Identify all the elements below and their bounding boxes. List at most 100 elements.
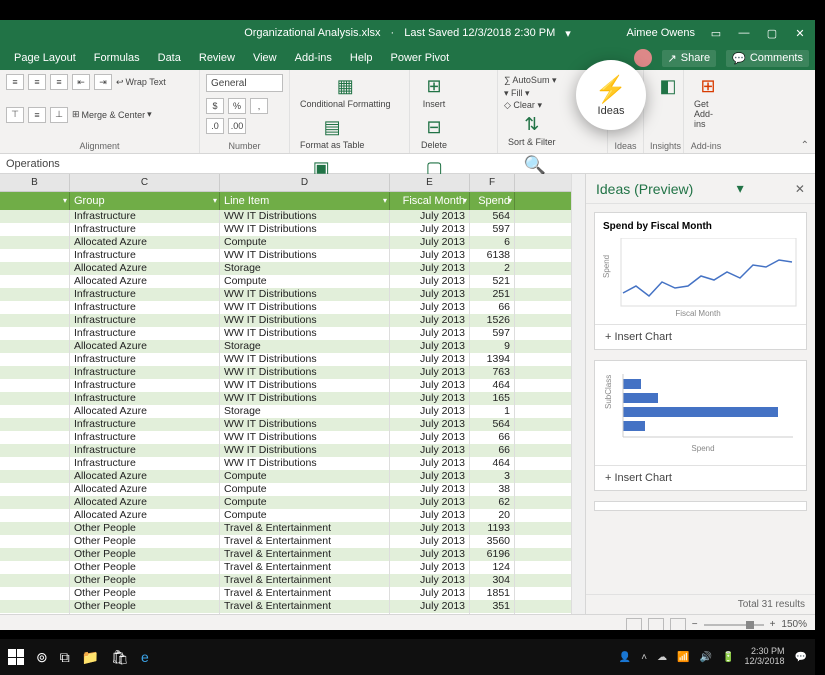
- table-row[interactable]: Other PeopleTravel & EntertainmentJuly 2…: [0, 574, 571, 587]
- table-row[interactable]: Allocated AzureStorageJuly 20132: [0, 262, 571, 275]
- tray-up-icon[interactable]: ˄: [641, 652, 647, 663]
- view-page-layout-button[interactable]: [648, 618, 664, 631]
- table-row[interactable]: Other PeopleTravel & EntertainmentJuly 2…: [0, 522, 571, 535]
- header-fiscal-month[interactable]: Fiscal Month: [390, 192, 470, 210]
- insights-button[interactable]: ◧: [650, 74, 686, 99]
- ideas-callout[interactable]: ⚡ Ideas: [576, 60, 646, 130]
- table-row[interactable]: Allocated AzureStorageJuly 20131: [0, 405, 571, 418]
- idea-card-1[interactable]: Spend by Fiscal Month Spend Fiscal Month…: [594, 212, 807, 350]
- header-group[interactable]: Group: [70, 192, 220, 210]
- onedrive-icon[interactable]: ☁: [657, 652, 667, 663]
- table-row[interactable]: Other PeopleTravel & EntertainmentJuly 2…: [0, 600, 571, 613]
- collapse-ribbon-button[interactable]: ⌃: [801, 140, 809, 151]
- conditional-formatting-button[interactable]: ▦Conditional Formatting: [296, 74, 395, 111]
- start-button[interactable]: [8, 649, 24, 665]
- table-row[interactable]: InfrastructureWW IT DistributionsJuly 20…: [0, 379, 571, 392]
- people-icon[interactable]: 👤: [619, 652, 631, 663]
- table-row[interactable]: InfrastructureWW IT DistributionsJuly 20…: [0, 366, 571, 379]
- percent-button[interactable]: %: [228, 98, 246, 114]
- valign-bot-button[interactable]: ⊥: [50, 107, 68, 123]
- table-row[interactable]: Allocated AzureComputeJuly 20136: [0, 236, 571, 249]
- volume-icon[interactable]: 🔊: [700, 652, 712, 663]
- task-view-icon[interactable]: ⧉: [60, 649, 70, 666]
- table-row[interactable]: Allocated AzureComputeJuly 201320: [0, 509, 571, 522]
- table-row[interactable]: InfrastructureWW IT DistributionsJuly 20…: [0, 314, 571, 327]
- table-row[interactable]: InfrastructureWW IT DistributionsJuly 20…: [0, 301, 571, 314]
- number-format-dropdown[interactable]: General: [206, 74, 283, 92]
- formula-bar[interactable]: Operations: [0, 154, 815, 174]
- idea-card-2[interactable]: SubClass Spend + Insert Chart: [594, 360, 807, 491]
- table-row[interactable]: Other PeopleTravel & EntertainmentJuly 2…: [0, 587, 571, 600]
- table-row[interactable]: InfrastructureWW IT DistributionsJuly 20…: [0, 327, 571, 340]
- wifi-icon[interactable]: 📶: [677, 652, 689, 663]
- table-row[interactable]: InfrastructureWW IT DistributionsJuly 20…: [0, 418, 571, 431]
- vertical-scrollbar[interactable]: [571, 174, 585, 614]
- table-row[interactable]: Other PeopleTravel & EntertainmentJuly 2…: [0, 548, 571, 561]
- table-row[interactable]: Allocated AzureStorageJuly 20139: [0, 340, 571, 353]
- edge-icon[interactable]: e: [141, 649, 149, 665]
- table-row[interactable]: Allocated AzureComputeJuly 201362: [0, 496, 571, 509]
- table-row[interactable]: InfrastructureWW IT DistributionsJuly 20…: [0, 392, 571, 405]
- table-row[interactable]: Other PeopleTravel & EntertainmentJuly 2…: [0, 535, 571, 548]
- table-row[interactable]: Allocated AzureComputeJuly 20133: [0, 470, 571, 483]
- header-blank[interactable]: [0, 192, 70, 210]
- cortana-icon[interactable]: ⊚: [36, 649, 48, 666]
- table-row[interactable]: InfrastructureWW IT DistributionsJuly 20…: [0, 457, 571, 470]
- align-center-button[interactable]: ≡: [28, 74, 46, 90]
- comma-button[interactable]: ,: [250, 98, 268, 114]
- valign-top-button[interactable]: ⊤: [6, 107, 24, 123]
- tab-help[interactable]: Help: [342, 48, 381, 68]
- table-row[interactable]: Allocated AzureComputeJuly 2013521: [0, 275, 571, 288]
- zoom-in-button[interactable]: +: [770, 619, 776, 630]
- file-explorer-icon[interactable]: 📁: [82, 649, 99, 666]
- tab-data[interactable]: Data: [150, 48, 189, 68]
- merge-center-button[interactable]: ⊞Merge & Center ▾: [72, 109, 152, 120]
- insert-chart-button-2[interactable]: + Insert Chart: [595, 465, 806, 490]
- indent-decrease-button[interactable]: ⇤: [72, 74, 90, 90]
- ribbon-options-button[interactable]: ▭: [709, 27, 723, 40]
- maximize-button[interactable]: ▢: [765, 27, 779, 40]
- avatar[interactable]: [634, 49, 652, 67]
- inc-decimal-button[interactable]: .0: [206, 118, 224, 134]
- currency-button[interactable]: $: [206, 98, 224, 114]
- battery-icon[interactable]: 🔋: [722, 652, 734, 663]
- get-addins-button[interactable]: ⊞Get Add-ins: [690, 74, 726, 131]
- table-row[interactable]: InfrastructureWW IT DistributionsJuly 20…: [0, 444, 571, 457]
- table-row[interactable]: Other PeopleTravel & EntertainmentJuly 2…: [0, 561, 571, 574]
- insert-cells-button[interactable]: ⊞Insert: [416, 74, 452, 111]
- wrap-text-button[interactable]: ↩Wrap Text: [116, 77, 166, 88]
- spreadsheet-grid[interactable]: B C D E F Group Line Item Fiscal Month S…: [0, 174, 571, 614]
- table-row[interactable]: InfrastructureWW IT DistributionsJuly 20…: [0, 210, 571, 223]
- align-right-button[interactable]: ≡: [50, 74, 68, 90]
- format-as-table-button[interactable]: ▤Format as Table: [296, 115, 368, 152]
- table-row[interactable]: Other PeopleTravel & EntertainmentJuly 2…: [0, 613, 571, 614]
- view-normal-button[interactable]: [626, 618, 642, 631]
- comments-button[interactable]: 💬Comments: [726, 50, 809, 67]
- delete-cells-button[interactable]: ⊟Delete: [416, 115, 452, 152]
- sort-filter-button[interactable]: ⇅Sort & Filter: [504, 112, 560, 149]
- zoom-slider[interactable]: [704, 624, 764, 626]
- minimize-button[interactable]: —: [737, 27, 751, 39]
- store-icon[interactable]: 🛍: [111, 649, 129, 666]
- insert-chart-button-1[interactable]: + Insert Chart: [595, 324, 806, 349]
- zoom-out-button[interactable]: −: [692, 619, 698, 630]
- close-button[interactable]: ✕: [793, 27, 807, 40]
- table-row[interactable]: InfrastructureWW IT DistributionsJuly 20…: [0, 249, 571, 262]
- header-spend[interactable]: Spend: [470, 192, 515, 210]
- view-page-break-button[interactable]: [670, 618, 686, 631]
- taskbar-clock[interactable]: 2:30 PM 12/3/2018: [745, 647, 785, 667]
- align-left-button[interactable]: ≡: [6, 74, 24, 90]
- pane-dropdown-icon[interactable]: ▾: [737, 180, 744, 197]
- zoom-level[interactable]: 150%: [781, 619, 807, 630]
- indent-increase-button[interactable]: ⇥: [94, 74, 112, 90]
- share-button[interactable]: ↗Share: [662, 50, 717, 67]
- header-line-item[interactable]: Line Item: [220, 192, 390, 210]
- tab-addins[interactable]: Add-ins: [287, 48, 340, 68]
- table-row[interactable]: InfrastructureWW IT DistributionsJuly 20…: [0, 353, 571, 366]
- tab-view[interactable]: View: [245, 48, 285, 68]
- valign-mid-button[interactable]: ≡: [28, 107, 46, 123]
- tab-formulas[interactable]: Formulas: [86, 48, 148, 68]
- tab-page-layout[interactable]: Page Layout: [6, 48, 84, 68]
- table-row[interactable]: InfrastructureWW IT DistributionsJuly 20…: [0, 288, 571, 301]
- idea-card-3[interactable]: [594, 501, 807, 511]
